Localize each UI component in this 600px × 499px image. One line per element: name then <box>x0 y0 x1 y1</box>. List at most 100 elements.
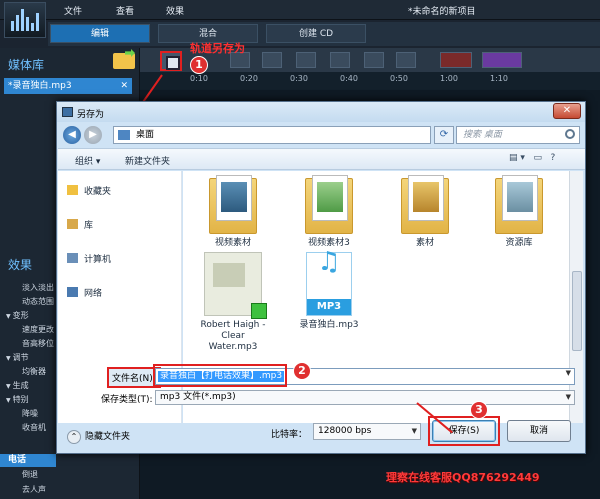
menu-effects[interactable]: 效果 <box>166 4 184 17</box>
nav-favorites[interactable]: 收藏夹 <box>67 184 111 197</box>
timeline-tick: 0:30 <box>290 74 308 83</box>
nav-label: 计算机 <box>84 255 112 265</box>
nav-library[interactable]: 库 <box>67 218 93 231</box>
album-cover-icon <box>204 252 267 319</box>
file-label: 资源库 <box>505 238 533 248</box>
dropdown-icon: ▼ <box>565 393 571 401</box>
nav-label: 网络 <box>84 289 103 299</box>
effect-item[interactable]: 去人声 <box>22 484 72 496</box>
nav-label: 收藏夹 <box>84 187 112 197</box>
file-label: Robert Haigh - Clear Water.mp3 <box>200 320 266 352</box>
folder-icon <box>401 175 449 234</box>
address-path: 桌面 <box>136 130 155 140</box>
paste-icon[interactable] <box>330 52 350 68</box>
mp3-badge: MP3 <box>307 299 351 315</box>
effect-item[interactable]: 调节 <box>6 352 56 365</box>
timeline-tick: 0:40 <box>340 74 358 83</box>
menu-file[interactable]: 文件 <box>64 4 82 17</box>
dropdown-icon: ▼ <box>411 427 417 435</box>
timeline-ruler <box>140 72 600 90</box>
app-logo <box>4 2 46 38</box>
step-badge-1: 1 <box>190 56 208 74</box>
filetype-label: 保存类型(T): <box>101 395 153 405</box>
nav-computer[interactable]: 计算机 <box>67 252 111 265</box>
search-input[interactable]: 搜索 桌面 <box>456 126 580 144</box>
effect-item[interactable]: 生成 <box>6 380 56 393</box>
menu-bar <box>0 0 600 20</box>
cut-icon[interactable] <box>262 52 282 68</box>
effect-item[interactable]: 特别 <box>6 394 56 407</box>
save-track-button[interactable] <box>160 51 182 71</box>
mp3-file-icon: MP3 <box>306 252 352 316</box>
step-badge-3: 3 <box>470 401 488 419</box>
watermark: 理察在线客服QQ876292449 <box>386 471 540 484</box>
file-label: 录音独白.mp3 <box>299 320 359 330</box>
tab-create-cd[interactable]: 创建 CD <box>266 24 366 43</box>
effect-item[interactable]: 倒退 <box>22 469 72 481</box>
menu-view[interactable]: 查看 <box>116 4 134 17</box>
organize-button[interactable]: 组织 ▾ <box>75 154 100 167</box>
address-bar[interactable]: 桌面 <box>113 126 431 144</box>
nav-network[interactable]: 网络 <box>67 286 102 299</box>
nav-label: 库 <box>84 221 94 231</box>
file-item[interactable]: MP3 录音独白.mp3 <box>289 252 369 331</box>
file-label: 视频素材 <box>214 238 251 248</box>
hide-folders-toggle[interactable]: 隐藏文件夹 <box>67 429 130 444</box>
folder-icon <box>305 175 353 234</box>
effect-phone[interactable]: 电话 <box>0 454 56 467</box>
tab-edit[interactable]: 编辑 <box>50 24 150 43</box>
import-folder-icon[interactable] <box>113 49 135 69</box>
back-button[interactable]: ◀ <box>63 126 81 144</box>
folder-item[interactable]: 视频素材3 <box>289 175 369 249</box>
refresh-button[interactable]: ⟳ <box>434 126 454 144</box>
computer-icon <box>67 253 78 263</box>
filename-highlight <box>153 364 287 387</box>
filetype-value: mp3 文件(*.mp3) <box>160 392 236 402</box>
step-badge-2: 2 <box>293 362 311 380</box>
search-icon <box>565 129 575 139</box>
mic-icon[interactable] <box>482 52 522 68</box>
folder-icon <box>495 175 543 234</box>
media-library-title: 媒体库 <box>8 58 45 72</box>
cancel-button[interactable]: 取消 <box>507 420 571 442</box>
file-item[interactable]: Robert Haigh - Clear Water.mp3 <box>197 252 269 353</box>
remove-icon[interactable]: ✕ <box>120 78 128 94</box>
dialog-title: 另存为 <box>77 110 105 120</box>
folder-item[interactable]: 视频素材 <box>193 175 273 249</box>
dialog-titlebar <box>57 102 585 122</box>
effect-item[interactable]: 变形 <box>6 310 56 323</box>
forward-button[interactable]: ▶ <box>84 126 102 144</box>
network-icon <box>67 287 78 297</box>
timeline-tick: 1:10 <box>490 74 508 83</box>
project-title: *未命名的新项目 <box>408 7 476 17</box>
media-item-label: *录音独白.mp3 <box>8 81 72 91</box>
bitrate-label: 比特率： <box>271 430 308 440</box>
bitrate-select[interactable]: 128000 bps ▼ <box>313 423 421 440</box>
hide-folders-label: 隐藏文件夹 <box>85 432 131 442</box>
timeline-tick: 1:00 <box>440 74 458 83</box>
effects-title: 效果 <box>8 258 33 272</box>
close-button[interactable]: ✕ <box>553 103 581 119</box>
folder-item[interactable]: 资源库 <box>479 175 559 249</box>
timeline-tick: 0:20 <box>240 74 258 83</box>
crop-icon[interactable] <box>396 52 416 68</box>
new-folder-button[interactable]: 新建文件夹 <box>125 154 170 167</box>
dropdown-icon[interactable]: ▼ <box>566 369 571 377</box>
timeline-tick: 0:50 <box>390 74 408 83</box>
media-item[interactable]: *录音独白.mp3 ✕ <box>4 78 132 94</box>
filetype-select[interactable]: mp3 文件(*.mp3) ▼ <box>155 390 575 405</box>
delete-icon[interactable] <box>364 52 384 68</box>
folder-item[interactable]: 素材 <box>385 175 465 249</box>
bitrate-value: 128000 bps <box>318 426 372 436</box>
file-label: 素材 <box>415 238 434 248</box>
star-icon <box>67 185 78 195</box>
view-options[interactable]: ▤ ▾ ▭ ? <box>509 153 569 167</box>
folder-icon <box>209 175 257 234</box>
scrollbar[interactable] <box>569 171 583 423</box>
dialog-icon <box>62 107 73 117</box>
timeline-tick: 0:10 <box>190 74 208 83</box>
search-placeholder: 搜索 桌面 <box>463 130 502 140</box>
marker-icon[interactable] <box>440 52 472 68</box>
desktop-icon <box>118 130 130 140</box>
copy-icon[interactable] <box>296 52 316 68</box>
